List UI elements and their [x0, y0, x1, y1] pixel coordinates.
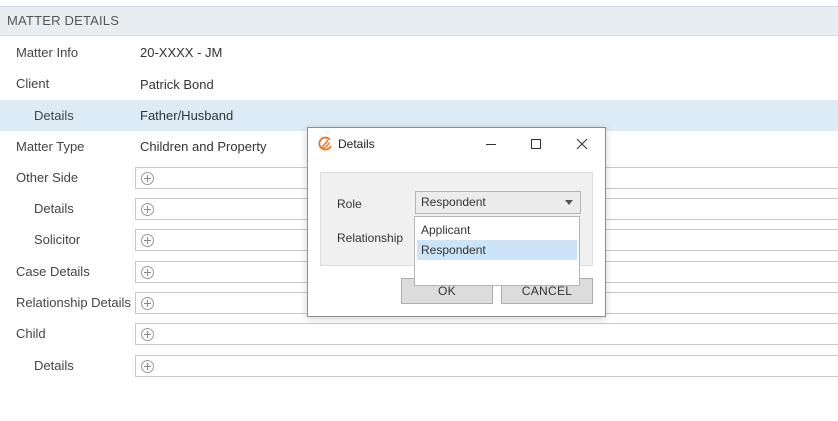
child-label: Child [16, 326, 46, 341]
client-row: Client Patrick Bond [0, 68, 838, 99]
role-select[interactable]: Respondent [415, 191, 581, 214]
matter-type-value: Children and Property [140, 139, 267, 154]
add-icon[interactable] [141, 234, 154, 247]
child-field[interactable] [135, 323, 838, 345]
child-details-label: Details [34, 358, 74, 373]
role-dropdown-list: Applicant Respondent [414, 216, 580, 286]
add-icon[interactable] [141, 360, 154, 373]
option-applicant[interactable]: Applicant [417, 220, 577, 240]
matter-info-row: Matter Info 20-XXXX - JM [0, 37, 838, 68]
child-details-field[interactable] [135, 355, 838, 377]
case-details-label: Case Details [16, 264, 90, 279]
matter-type-label: Matter Type [16, 139, 85, 154]
section-header: MATTER DETAILS [0, 6, 838, 36]
add-icon[interactable] [141, 328, 154, 341]
chevron-down-icon[interactable] [565, 200, 573, 205]
other-side-details-label: Details [34, 201, 74, 216]
matter-info-label: Matter Info [16, 45, 79, 60]
client-details-value: Father/Husband [140, 108, 234, 123]
maximize-icon[interactable] [526, 134, 546, 154]
details-dialog: Details Role Respondent Relationship App… [307, 127, 606, 317]
client-value[interactable]: Patrick Bond [140, 68, 214, 101]
option-respondent[interactable]: Respondent [417, 240, 577, 260]
matter-info-value: 20-XXXX - JM [140, 45, 223, 60]
add-icon[interactable] [141, 203, 154, 216]
app-logo-icon [318, 136, 332, 151]
role-label: Role [337, 197, 362, 211]
child-details-row: Details [0, 350, 838, 381]
add-icon[interactable] [141, 297, 154, 310]
solicitor-label: Solicitor [34, 232, 81, 247]
dialog-titlebar[interactable]: Details [308, 128, 605, 160]
relationship-details-label: Relationship Details [16, 295, 131, 310]
child-row: Child [0, 318, 838, 349]
add-icon[interactable] [141, 172, 154, 185]
add-icon[interactable] [141, 266, 154, 279]
relationship-label: Relationship [337, 231, 404, 245]
close-icon[interactable] [572, 134, 592, 154]
minimize-icon[interactable] [481, 134, 501, 154]
other-side-label: Other Side [16, 170, 79, 185]
client-details-label: Details [34, 108, 74, 123]
role-select-value: Respondent [421, 195, 486, 209]
client-label: Client [16, 76, 50, 91]
dialog-title: Details [338, 137, 375, 151]
